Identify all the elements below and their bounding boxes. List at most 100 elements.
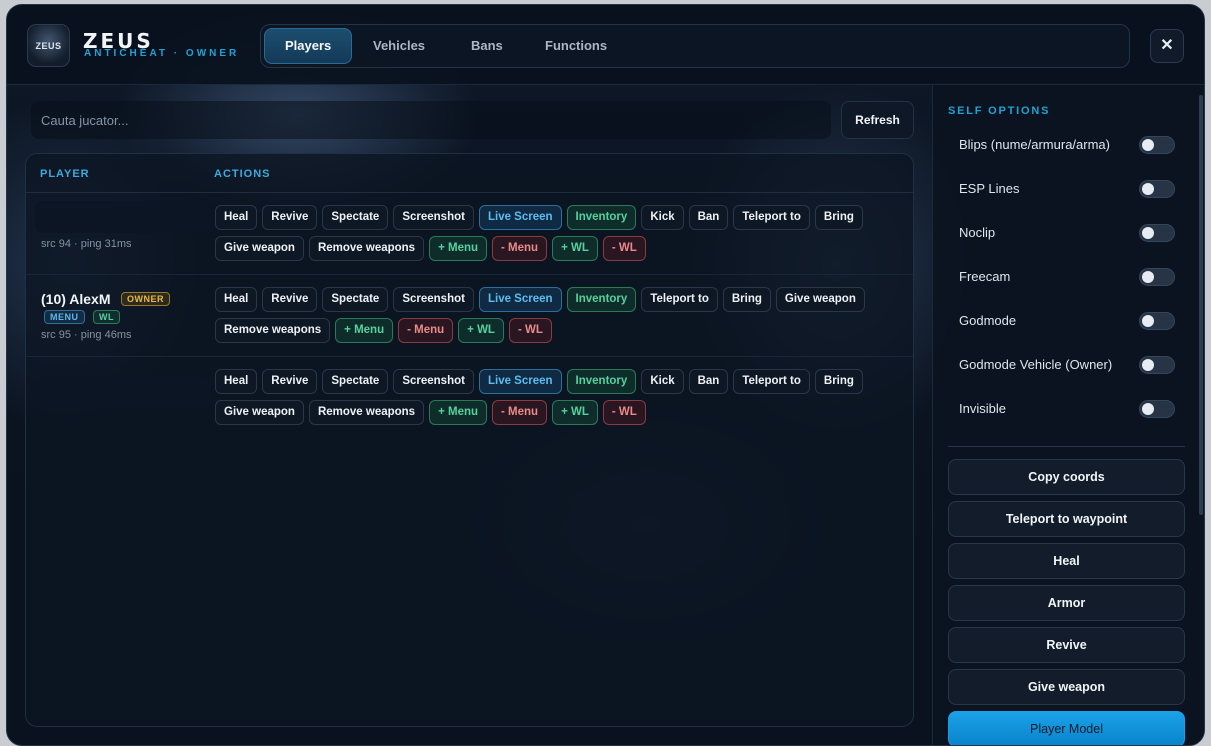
add-menu-button[interactable]: + Menu bbox=[429, 400, 488, 425]
option-godmode-vehicle: Godmode Vehicle (Owner) bbox=[959, 353, 1179, 377]
redacted-player-name bbox=[35, 201, 211, 233]
action-buttons: Heal Revive Spectate Screenshot Live Screen I… bbox=[215, 205, 905, 267]
zeus-logo: ZEUS bbox=[27, 24, 70, 67]
player-meta: src 94 · ping 31ms bbox=[41, 238, 132, 250]
anticheat-window: ZEUS ZEUS ANTICHEAT · OWNER Players Vehi… bbox=[6, 4, 1205, 746]
tab-bar: Players Vehicles Bans Functions bbox=[260, 24, 1130, 68]
self-options-panel: SELF OPTIONS Blips (nume/armura/arma) ES… bbox=[932, 85, 1204, 745]
add-wl-button[interactable]: + WL bbox=[458, 318, 504, 343]
bring-button[interactable]: Bring bbox=[814, 205, 863, 230]
remove-wl-button[interactable]: - WL bbox=[602, 236, 646, 261]
heal-button[interactable]: Heal bbox=[215, 205, 258, 230]
inventory-button[interactable]: Inventory bbox=[566, 369, 637, 394]
spectate-button[interactable]: Spectate bbox=[322, 287, 389, 312]
ban-button[interactable]: Ban bbox=[688, 369, 729, 394]
spectate-button[interactable]: Spectate bbox=[322, 369, 389, 394]
esp-lines-toggle[interactable] bbox=[1139, 180, 1175, 198]
teleport-to-button[interactable]: Teleport to bbox=[733, 205, 810, 230]
armor-button[interactable]: Armor bbox=[948, 585, 1185, 621]
option-godmode: Godmode bbox=[959, 309, 1179, 333]
remove-menu-button[interactable]: - Menu bbox=[398, 318, 454, 343]
kick-button[interactable]: Kick bbox=[641, 205, 684, 230]
give-weapon-button[interactable]: Give weapon bbox=[775, 287, 865, 312]
owner-badge: OWNER bbox=[121, 292, 170, 306]
option-freecam: Freecam bbox=[959, 265, 1179, 289]
self-give-weapon-button[interactable]: Give weapon bbox=[948, 669, 1185, 705]
copy-coords-button[interactable]: Copy coords bbox=[948, 459, 1185, 495]
live-screen-button[interactable]: Live Screen bbox=[478, 287, 562, 312]
option-label: Godmode Vehicle (Owner) bbox=[959, 357, 1113, 372]
godmode-vehicle-toggle[interactable] bbox=[1139, 356, 1175, 374]
player-name: (10) AlexM bbox=[41, 291, 111, 307]
add-menu-button[interactable]: + Menu bbox=[335, 318, 394, 343]
remove-wl-button[interactable]: - WL bbox=[508, 318, 552, 343]
teleport-to-button[interactable]: Teleport to bbox=[641, 287, 718, 312]
add-wl-button[interactable]: + WL bbox=[552, 236, 598, 261]
revive-button[interactable]: Revive bbox=[262, 205, 318, 230]
header: ZEUS ZEUS ANTICHEAT · OWNER Players Vehi… bbox=[7, 5, 1204, 85]
option-esp-lines: ESP Lines bbox=[959, 177, 1179, 201]
close-button[interactable]: ✕ bbox=[1150, 29, 1184, 63]
refresh-button[interactable]: Refresh bbox=[841, 101, 914, 139]
self-revive-button[interactable]: Revive bbox=[948, 627, 1185, 663]
kick-button[interactable]: Kick bbox=[641, 369, 684, 394]
action-buttons: Heal Revive Spectate Screenshot Live Screen I… bbox=[215, 287, 905, 349]
option-invisible: Invisible bbox=[959, 397, 1179, 421]
screenshot-button[interactable]: Screenshot bbox=[393, 287, 474, 312]
give-weapon-button[interactable]: Give weapon bbox=[215, 236, 304, 261]
inventory-button[interactable]: Inventory bbox=[566, 287, 637, 312]
panel-divider bbox=[948, 446, 1185, 447]
tab-bans[interactable]: Bans bbox=[451, 28, 523, 64]
player-meta: src 95 · ping 46ms bbox=[41, 329, 132, 341]
brand-subtitle: ANTICHEAT · OWNER bbox=[84, 48, 240, 59]
live-screen-button[interactable]: Live Screen bbox=[478, 205, 562, 230]
screenshot-button[interactable]: Screenshot bbox=[393, 205, 474, 230]
option-label: ESP Lines bbox=[959, 181, 1020, 196]
action-buttons: Heal Revive Spectate Screenshot Live Screen I… bbox=[215, 369, 905, 431]
add-menu-button[interactable]: + Menu bbox=[429, 236, 488, 261]
tab-players[interactable]: Players bbox=[264, 28, 353, 64]
give-weapon-button[interactable]: Give weapon bbox=[215, 400, 304, 425]
column-header-actions: ACTIONS bbox=[214, 168, 271, 180]
inventory-button[interactable]: Inventory bbox=[566, 205, 637, 230]
logo-text: ZEUS bbox=[35, 40, 62, 51]
remove-weapons-button[interactable]: Remove weapons bbox=[308, 400, 425, 425]
teleport-to-waypoint-button[interactable]: Teleport to waypoint bbox=[948, 501, 1185, 537]
remove-wl-button[interactable]: - WL bbox=[602, 400, 646, 425]
tab-vehicles[interactable]: Vehicles bbox=[353, 28, 445, 64]
toggle-knob bbox=[1142, 227, 1154, 239]
toggle-knob bbox=[1142, 271, 1154, 283]
heal-button[interactable]: Heal bbox=[215, 369, 258, 394]
spectate-button[interactable]: Spectate bbox=[322, 205, 389, 230]
tab-functions[interactable]: Functions bbox=[525, 28, 627, 64]
remove-menu-button[interactable]: - Menu bbox=[492, 400, 548, 425]
option-blips: Blips (nume/armura/arma) bbox=[959, 133, 1179, 157]
player-model-button[interactable]: Player Model bbox=[948, 711, 1185, 745]
toggle-knob bbox=[1142, 139, 1154, 151]
panel-scrollbar[interactable] bbox=[1199, 95, 1203, 515]
self-heal-button[interactable]: Heal bbox=[948, 543, 1185, 579]
noclip-toggle[interactable] bbox=[1139, 224, 1175, 242]
add-wl-button[interactable]: + WL bbox=[552, 400, 598, 425]
wl-badge: WL bbox=[93, 310, 120, 324]
blips-toggle[interactable] bbox=[1139, 136, 1175, 154]
freecam-toggle[interactable] bbox=[1139, 268, 1175, 286]
revive-button[interactable]: Revive bbox=[262, 287, 318, 312]
ban-button[interactable]: Ban bbox=[688, 205, 729, 230]
revive-button[interactable]: Revive bbox=[262, 369, 318, 394]
heal-button[interactable]: Heal bbox=[215, 287, 258, 312]
teleport-to-button[interactable]: Teleport to bbox=[733, 369, 810, 394]
player-search-input[interactable] bbox=[31, 101, 831, 139]
screenshot-button[interactable]: Screenshot bbox=[393, 369, 474, 394]
bring-button[interactable]: Bring bbox=[814, 369, 863, 394]
option-label: Freecam bbox=[959, 269, 1011, 284]
remove-weapons-button[interactable]: Remove weapons bbox=[215, 318, 331, 343]
godmode-toggle[interactable] bbox=[1139, 312, 1175, 330]
live-screen-button[interactable]: Live Screen bbox=[478, 369, 562, 394]
remove-weapons-button[interactable]: Remove weapons bbox=[308, 236, 425, 261]
panel-title: SELF OPTIONS bbox=[948, 105, 1051, 117]
invisible-toggle[interactable] bbox=[1139, 400, 1175, 418]
remove-menu-button[interactable]: - Menu bbox=[492, 236, 548, 261]
bring-button[interactable]: Bring bbox=[722, 287, 771, 312]
option-label: Blips (nume/armura/arma) bbox=[959, 137, 1110, 152]
